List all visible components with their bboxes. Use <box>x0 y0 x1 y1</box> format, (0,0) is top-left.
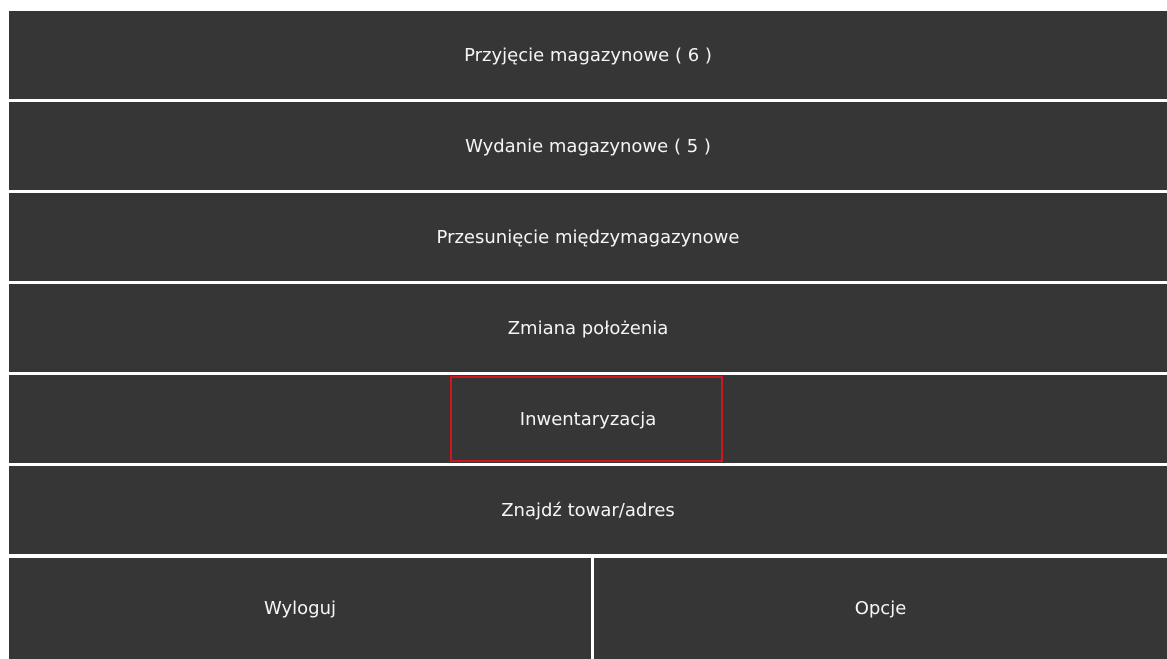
find-item-address-button[interactable]: Znajdź towar/adres <box>9 466 1167 554</box>
inter-warehouse-transfer-label: Przesunięcie międzymagazynowe <box>436 226 740 248</box>
goods-issue-label: Wydanie magazynowe ( 5 ) <box>465 135 711 157</box>
find-item-address-label: Znajdź towar/adres <box>501 499 675 521</box>
goods-issue-button[interactable]: Wydanie magazynowe ( 5 ) <box>9 102 1167 190</box>
goods-receipt-label: Przyjęcie magazynowe ( 6 ) <box>464 44 712 66</box>
options-button[interactable]: Opcje <box>594 558 1167 659</box>
logout-button[interactable]: Wyloguj <box>9 558 591 659</box>
logout-label: Wyloguj <box>264 598 336 619</box>
inventory-button[interactable]: Inwentaryzacja <box>9 375 1167 463</box>
inter-warehouse-transfer-button[interactable]: Przesunięcie międzymagazynowe <box>9 193 1167 281</box>
change-location-label: Zmiana położenia <box>507 317 669 339</box>
main-menu-screen: Przyjęcie magazynowe ( 6 ) Wydanie magaz… <box>0 0 1167 659</box>
goods-receipt-button[interactable]: Przyjęcie magazynowe ( 6 ) <box>9 11 1167 99</box>
change-location-button[interactable]: Zmiana położenia <box>9 284 1167 372</box>
inventory-label: Inwentaryzacja <box>519 408 657 430</box>
options-label: Opcje <box>854 598 907 619</box>
